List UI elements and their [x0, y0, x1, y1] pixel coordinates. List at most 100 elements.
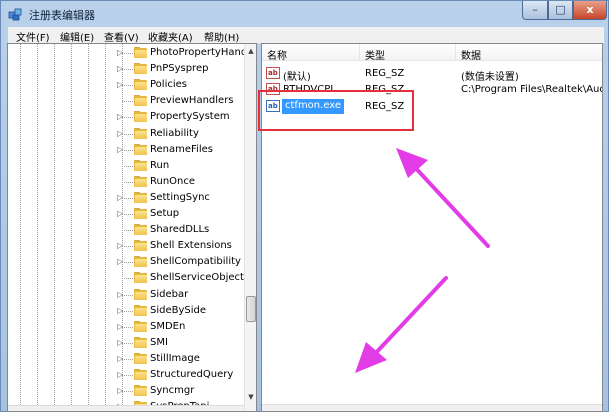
tree-scroll-thumb[interactable] [246, 296, 256, 322]
tree-item[interactable]: ▷ Policies [8, 77, 248, 93]
tree-item[interactable]: SharedDLLs [8, 222, 248, 238]
tree-item[interactable]: ▷ Sidebar [8, 287, 248, 303]
tree-item-label: ShellServiceObjectDel [150, 272, 257, 284]
tree-horizontal-scrollbar[interactable] [8, 405, 244, 411]
scroll-down-icon[interactable]: ▼ [245, 391, 256, 404]
expand-arrow-icon[interactable]: ▷ [117, 80, 124, 89]
tree-item[interactable]: Run [8, 158, 248, 174]
value-data: C:\Program Files\Realtek\Aud [461, 84, 603, 95]
menu-file[interactable]: 文件(F) [16, 29, 50, 44]
tree-item-label: Shell Extensions [150, 240, 232, 252]
tree-item[interactable]: ▷ Syncmgr [8, 383, 248, 399]
expand-arrow-icon[interactable]: ▷ [117, 112, 124, 121]
folder-icon [134, 272, 147, 284]
folder-icon [134, 336, 147, 348]
tree-item[interactable]: ▷ SettingSync [8, 190, 248, 206]
list-horizontal-scrollbar[interactable] [262, 404, 602, 411]
folder-icon [134, 47, 147, 58]
window-title: 注册表编辑器 [29, 9, 95, 22]
expand-arrow-icon[interactable]: ▷ [117, 209, 124, 218]
column-header-type[interactable]: 类型 [360, 44, 456, 62]
highlight-box [258, 90, 414, 131]
folder-icon [134, 240, 147, 252]
tree-item-label: SharedDLLs [150, 224, 210, 236]
string-value-icon: ab [266, 67, 280, 79]
tree-item[interactable]: ▷ RenameFiles [8, 142, 248, 158]
expand-arrow-icon[interactable]: ▷ [117, 129, 124, 138]
value-row[interactable]: ab (默认) REG_SZ (数值未设置) [262, 65, 602, 83]
tree-item-label: Setup [150, 208, 180, 219]
registry-editor-icon [8, 8, 22, 21]
tree-item[interactable]: ▷ StillImage [8, 351, 248, 367]
tree-item-label: Policies [150, 79, 187, 91]
tree-item[interactable]: ▷ SMI [8, 335, 248, 351]
tree-item-label: Syncmgr [150, 385, 195, 397]
expand-arrow-icon[interactable]: ▷ [117, 386, 124, 395]
close-button[interactable]: x [573, 1, 607, 20]
title-bar[interactable]: 注册表编辑器 – □ x [1, 1, 608, 27]
tree-item-label: RenameFiles [150, 143, 213, 155]
expand-arrow-icon[interactable]: ▷ [117, 306, 124, 315]
expand-arrow-icon[interactable]: ▷ [117, 48, 124, 57]
registry-tree-pane[interactable]: ▷ PhotoPropertyHandle ▷ PnPSysprep ▷ Policies… [7, 43, 257, 412]
folder-icon [134, 143, 147, 155]
expand-arrow-icon[interactable]: ▷ [117, 322, 124, 331]
folder-icon [134, 304, 147, 316]
tree-item[interactable]: ▷ PhotoPropertyHandle [8, 45, 256, 61]
expand-arrow-icon[interactable]: ▷ [117, 354, 124, 363]
tree-item[interactable]: ▷ SideBySide [8, 303, 248, 319]
tree-item[interactable]: ▷ PnPSysprep [8, 61, 248, 77]
tree-item-label: StillImage [150, 352, 200, 364]
tree-item[interactable]: ▷ PropertySystem [8, 109, 248, 125]
tree-vertical-scrollbar[interactable]: ▲ ▼ [244, 44, 256, 411]
tree-item-label: SMI [150, 336, 168, 348]
tree-item[interactable]: ▷ ShellCompatibility [8, 254, 248, 270]
tree-connector [122, 101, 133, 103]
folder-icon [134, 352, 147, 364]
folder-icon [134, 63, 147, 75]
tree-item[interactable]: PreviewHandlers [8, 93, 248, 109]
tree-item-label: PnPSysprep [150, 63, 209, 75]
tree-item-label: Sidebar [150, 288, 189, 300]
expand-arrow-icon[interactable]: ▷ [117, 290, 124, 299]
expand-arrow-icon[interactable]: ▷ [117, 257, 124, 266]
tree-connector [122, 278, 133, 280]
minimize-button[interactable]: – [522, 1, 548, 20]
tree-item-label: SideBySide [150, 304, 207, 316]
maximize-button[interactable]: □ [548, 1, 573, 20]
tree-connector [122, 165, 133, 167]
folder-icon [134, 111, 147, 123]
tree-item[interactable]: RunOnce [8, 174, 248, 190]
expand-arrow-icon[interactable]: ▷ [117, 241, 124, 250]
tree-item[interactable]: ▷ SMDEn [8, 319, 248, 335]
column-header-name[interactable]: 名称 [262, 44, 360, 62]
tree-item-label: Reliability [150, 127, 199, 139]
expand-arrow-icon[interactable]: ▷ [117, 193, 124, 202]
folder-icon [134, 175, 147, 187]
folder-icon [134, 369, 147, 380]
tree-item-label: Run [150, 159, 170, 171]
expand-arrow-icon[interactable]: ▷ [117, 338, 124, 347]
tree-item-label: PropertySystem [150, 111, 230, 123]
folder-icon [134, 159, 147, 171]
expand-arrow-icon[interactable]: ▷ [117, 64, 124, 73]
menu-favorites[interactable]: 收藏夹(A) [148, 29, 193, 44]
tree-item-label: SMDEn [150, 320, 186, 332]
tree-item[interactable]: ▷ Reliability [8, 126, 248, 142]
tree-item[interactable]: ShellServiceObjectDel [8, 270, 256, 286]
column-header-data[interactable]: 数据 [456, 44, 602, 62]
tree-item-label: PreviewHandlers [150, 95, 234, 107]
expand-arrow-icon[interactable]: ▷ [117, 145, 124, 154]
menu-edit[interactable]: 编辑(E) [60, 29, 94, 44]
folder-icon [134, 79, 147, 91]
expand-arrow-icon[interactable]: ▷ [117, 370, 124, 379]
tree-item-label: ShellCompatibility [150, 256, 241, 268]
scroll-up-icon[interactable]: ▲ [245, 45, 256, 58]
menu-help[interactable]: 帮助(H) [204, 29, 239, 44]
tree-item[interactable]: ▷ Setup [8, 206, 248, 222]
menu-view[interactable]: 查看(V) [104, 29, 139, 44]
tree-item[interactable]: ▷ StructuredQuery [8, 367, 248, 383]
folder-icon [134, 95, 147, 107]
tree-item[interactable]: ▷ Shell Extensions [8, 238, 248, 254]
tree-item-label: SettingSync [150, 191, 210, 203]
